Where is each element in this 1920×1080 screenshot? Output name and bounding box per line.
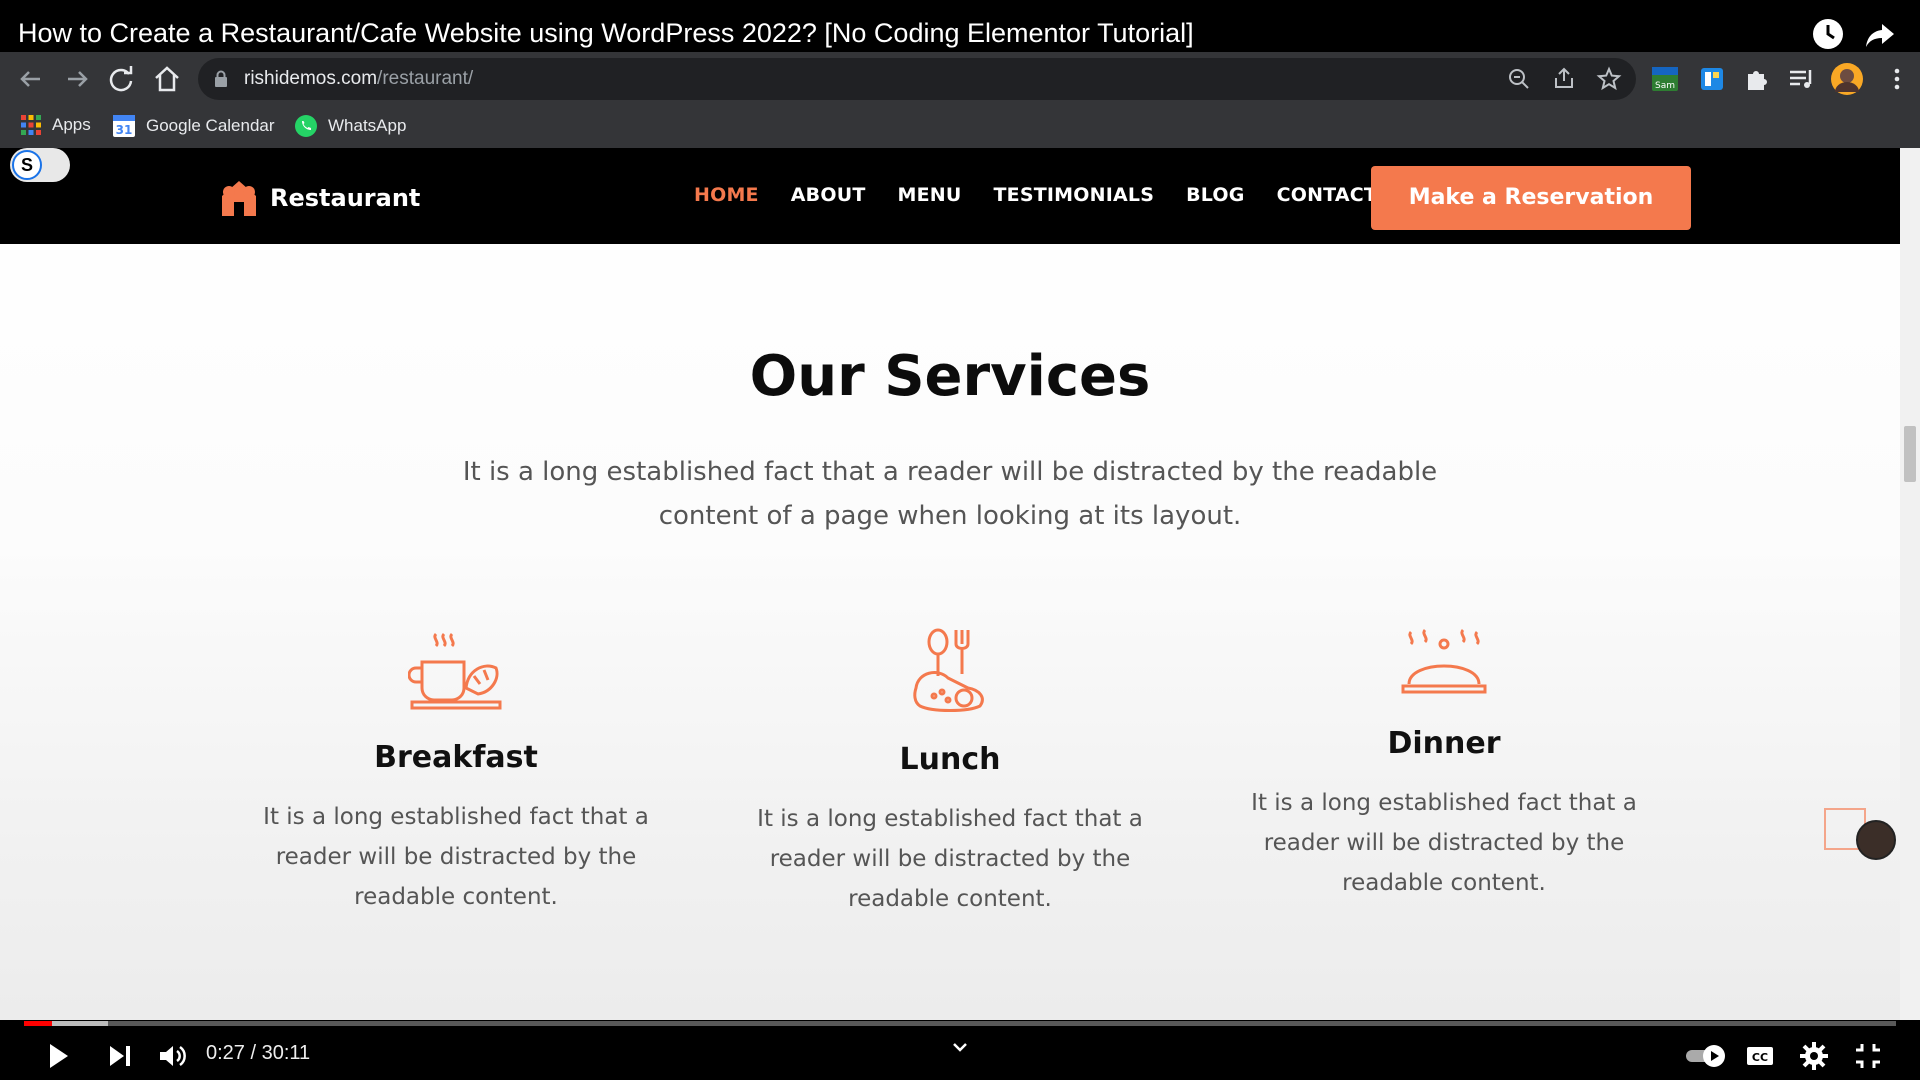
presenter-avatar (1856, 820, 1896, 860)
browser-menu-icon[interactable] (1882, 64, 1912, 94)
menu-item-contact[interactable]: CONTACT (1277, 184, 1378, 206)
progress-played (24, 1021, 53, 1026)
sam-extension-icon[interactable]: Sam (1650, 64, 1680, 94)
menu-item-about[interactable]: ABOUT (791, 184, 866, 206)
cloche-icon (1401, 628, 1487, 694)
url-text[interactable]: rishidemos.com/restaurant/ (244, 68, 473, 90)
service-name: Breakfast (374, 740, 538, 775)
bookmark-label: Apps (52, 115, 91, 134)
service-text: It is a long established fact that a rea… (757, 806, 1143, 912)
next-video-icon[interactable] (104, 1040, 136, 1072)
restaurant-logo-icon (222, 181, 256, 216)
plate-fork-spoon-icon (913, 628, 984, 712)
bookmarks-bar: Apps 31 Google Calendar WhatsApp (0, 106, 1920, 146)
menu-item-testimonials[interactable]: TESTIMONIALS (994, 184, 1155, 206)
bookmark-label: WhatsApp (328, 116, 407, 135)
site-header: Restaurant HOME ABOUT MENU TESTIMONIALS … (0, 148, 1900, 244)
page-viewport: Restaurant HOME ABOUT MENU TESTIMONIALS … (0, 148, 1900, 1020)
bookmark-apps[interactable]: Apps (20, 114, 91, 136)
bookmark-label: Google Calendar (146, 116, 275, 135)
logo-text: Restaurant (270, 184, 421, 212)
service-breakfast: Breakfast It is a long established fact … (226, 628, 686, 917)
service-dinner: Dinner It is a long established fact tha… (1214, 628, 1674, 903)
make-reservation-button[interactable]: Make a Reservation (1371, 166, 1691, 230)
main-menu: HOME ABOUT MENU TESTIMONIALS BLOG CONTAC… (694, 184, 1409, 206)
lock-icon[interactable] (214, 70, 228, 88)
home-icon[interactable] (150, 62, 184, 96)
video-controls: 0:27 / 30:11 CC (0, 1030, 1920, 1080)
bookmark-star-icon[interactable] (1596, 66, 1622, 92)
share-icon[interactable] (1862, 16, 1898, 52)
service-text: It is a long established fact that a rea… (1251, 790, 1637, 896)
menu-item-blog[interactable]: BLOG (1186, 184, 1244, 206)
scrollbar-thumb[interactable] (1904, 426, 1916, 482)
chevron-down-icon[interactable] (944, 1036, 976, 1060)
service-lunch: Lunch It is a long established fact that… (720, 628, 1180, 919)
exit-fullscreen-icon[interactable] (1852, 1040, 1884, 1072)
service-text: It is a long established fact that a rea… (263, 804, 649, 910)
volume-icon[interactable] (156, 1040, 188, 1072)
captions-icon[interactable]: CC (1744, 1040, 1776, 1072)
menu-item-home[interactable]: HOME (694, 184, 759, 206)
share-page-icon[interactable] (1551, 66, 1577, 92)
svg-text:31: 31 (116, 123, 133, 137)
video-progress-bar[interactable] (24, 1021, 1896, 1026)
video-title[interactable]: How to Create a Restaurant/Cafe Website … (18, 18, 1194, 49)
sam-badge-text: Sam (1655, 81, 1675, 91)
menu-item-menu[interactable]: MENU (897, 184, 961, 206)
autoplay-toggle-icon[interactable] (1684, 1040, 1728, 1072)
settings-gear-icon[interactable] (1798, 1040, 1830, 1072)
bookmark-whatsapp[interactable]: WhatsApp (294, 114, 406, 138)
back-icon[interactable] (14, 62, 48, 96)
page-scrollbar[interactable] (1900, 148, 1920, 1020)
service-name: Dinner (1387, 726, 1501, 761)
site-logo[interactable]: Restaurant (218, 178, 420, 218)
bookmark-google-calendar[interactable]: 31 Google Calendar (112, 114, 275, 138)
apps-grid-icon (21, 115, 41, 135)
url-path: /restaurant/ (377, 68, 474, 89)
address-bar[interactable]: rishidemos.com/restaurant/ (198, 58, 1636, 100)
google-calendar-icon: 31 (113, 115, 135, 137)
extension-blue-icon[interactable] (1697, 64, 1727, 94)
extensions-puzzle-icon[interactable] (1742, 64, 1772, 94)
toggle-knob: S (12, 150, 42, 180)
coffee-croissant-icon (408, 632, 502, 710)
url-domain: rishidemos.com (244, 68, 378, 89)
zoom-icon[interactable] (1506, 66, 1532, 92)
forward-icon[interactable] (60, 62, 94, 96)
video-time: 0:27 / 30:11 (206, 1042, 311, 1064)
services-title: Our Services (749, 344, 1151, 409)
play-icon[interactable] (42, 1040, 74, 1072)
service-name: Lunch (899, 742, 1001, 777)
watch-later-icon[interactable] (1810, 16, 1846, 52)
whatsapp-icon (295, 115, 317, 137)
svg-text:CC: CC (1752, 1051, 1768, 1064)
services-subtitle: It is a long established fact that a rea… (462, 457, 1438, 531)
profile-avatar-icon[interactable] (1830, 62, 1864, 96)
reading-list-icon[interactable] (1786, 64, 1816, 94)
video-title-bar: How to Create a Restaurant/Cafe Website … (0, 0, 1920, 52)
reload-icon[interactable] (104, 62, 138, 96)
extension-toggle[interactable]: S (10, 148, 70, 182)
